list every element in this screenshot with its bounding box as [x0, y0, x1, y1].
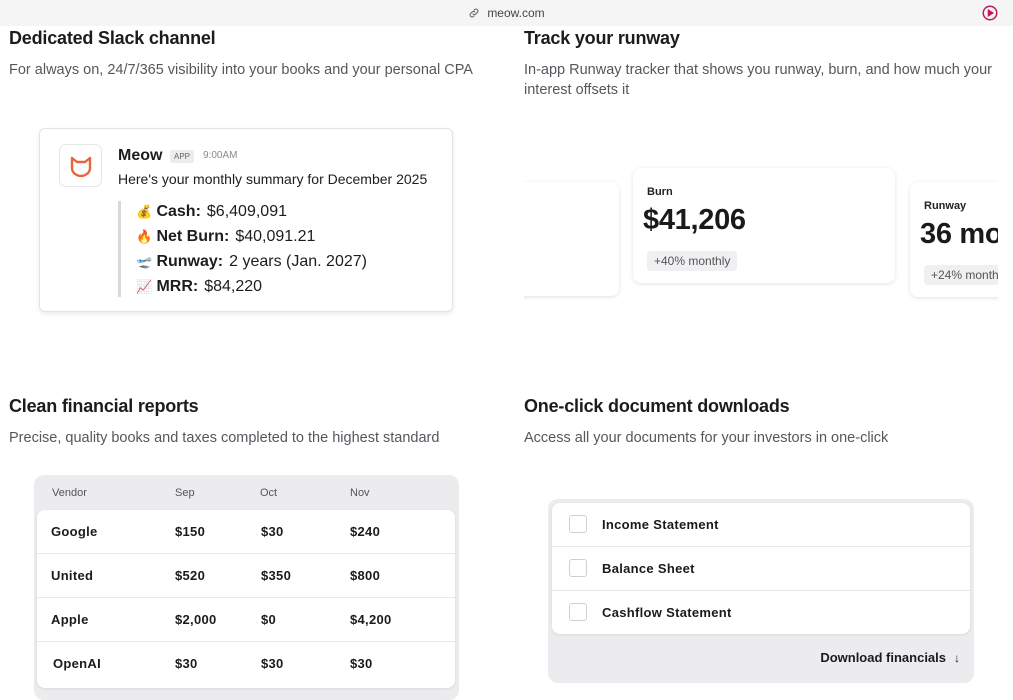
table-cell: $30 — [175, 656, 198, 671]
document-row-cashflow-statement[interactable]: Cashflow Statement — [552, 591, 970, 635]
table-cell: $4,200 — [350, 612, 392, 627]
table-cell: $0 — [261, 612, 277, 627]
burn-card-label: Burn — [647, 186, 673, 198]
download-button-label: Download financials — [820, 650, 946, 665]
table-cell: $30 — [261, 524, 284, 539]
table-cell: Google — [51, 524, 98, 539]
summary-value: $40,091.21 — [235, 228, 316, 245]
document-download-panel: Income Statement Balance Sheet Cashflow … — [548, 499, 974, 683]
summary-label: Net Burn: — [156, 228, 230, 245]
table-cell: OpenAI — [53, 656, 102, 671]
document-label: Income Statement — [602, 517, 719, 532]
arrow-down-icon: ↓ — [954, 650, 960, 665]
document-label: Cashflow Statement — [602, 605, 732, 620]
play-circle-icon[interactable] — [981, 4, 999, 22]
document-list: Income Statement Balance Sheet Cashflow … — [552, 503, 970, 634]
table-cell: $240 — [350, 524, 381, 539]
runway-card-previous — [524, 182, 619, 296]
table-body: Google $150 $30 $240 United $520 $350 $8… — [37, 510, 455, 688]
column-header: Oct — [260, 487, 278, 499]
browser-url-bar[interactable]: meow.com — [0, 0, 1013, 26]
column-header: Sep — [175, 487, 195, 499]
burn-card: Burn $41,206 +40% monthly — [633, 168, 895, 283]
table-cell: $30 — [261, 656, 284, 671]
airplane-icon: 🛫 — [136, 254, 153, 269]
reports-section-description: Precise, quality books and taxes complet… — [9, 430, 440, 446]
document-row-income-statement[interactable]: Income Statement — [552, 503, 970, 547]
table-cell: $800 — [350, 568, 381, 583]
table-cell: United — [51, 568, 94, 583]
money-bag-icon: 💰 — [136, 204, 153, 219]
burn-card-change: +40% monthly — [647, 251, 738, 271]
app-badge: APP — [170, 150, 195, 163]
document-checkbox[interactable] — [569, 603, 587, 621]
downloads-section-title: One-click document downloads — [524, 396, 790, 416]
table-row: Apple $2,000 $0 $4,200 — [37, 598, 455, 642]
table-row: United $520 $350 $800 — [37, 554, 455, 598]
runway-section-description: In-app Runway tracker that shows you run… — [524, 62, 992, 98]
burn-card-value: $41,206 — [643, 204, 746, 236]
table-cell: $30 — [350, 656, 373, 671]
column-header: Nov — [350, 487, 370, 499]
table-row: OpenAI $30 $30 $30 — [37, 642, 455, 686]
summary-value: $84,220 — [204, 278, 263, 295]
column-header: Vendor — [52, 487, 87, 499]
summary-value: $6,409,091 — [206, 203, 287, 220]
slack-section-description: For always on, 24/7/365 visibility into … — [9, 62, 473, 78]
financial-report-table: Vendor Sep Oct Nov Google $150 $30 $240 … — [34, 475, 459, 700]
download-financials-button[interactable]: Download financials ↓ — [820, 650, 960, 665]
document-checkbox[interactable] — [569, 559, 587, 577]
slack-message-card: Meow APP 9:00AM Here's your monthly summ… — [39, 128, 453, 312]
runway-section-title: Track your runway — [524, 28, 680, 48]
avatar — [59, 144, 102, 187]
document-label: Balance Sheet — [602, 561, 695, 576]
quote-bar — [118, 201, 121, 297]
table-cell: $2,000 — [175, 612, 217, 627]
runway-card-label: Runway — [924, 200, 967, 212]
summary-line-net-burn: 🔥 Net Burn: $40,091.21 — [136, 228, 315, 246]
reports-section-title: Clean financial reports — [9, 396, 199, 416]
summary-label: MRR: — [156, 278, 199, 295]
summary-line-cash: 💰 Cash: $6,409,091 — [136, 203, 287, 221]
downloads-section-description: Access all your documents for your inves… — [524, 430, 889, 446]
summary-label: Cash: — [156, 203, 201, 220]
runway-card-change: +24% month — [924, 265, 998, 285]
table-cell: $350 — [261, 568, 292, 583]
message-text: Here's your monthly summary for December… — [118, 171, 428, 187]
runway-cards-carousel: Burn $41,206 +40% monthly Runway 36 mo +… — [524, 160, 998, 310]
chart-increasing-icon: 📈 — [136, 279, 153, 294]
runway-card-value: 36 mo — [920, 218, 998, 250]
summary-label: Runway: — [156, 253, 224, 270]
table-row: Google $150 $30 $240 — [37, 510, 455, 554]
slack-section-title: Dedicated Slack channel — [9, 28, 216, 48]
url-text: meow.com — [487, 6, 545, 20]
table-cell: $150 — [175, 524, 206, 539]
link-icon — [469, 8, 479, 18]
message-sender: Meow — [118, 147, 163, 164]
message-time: 9:00AM — [203, 150, 238, 161]
table-cell: Apple — [51, 612, 89, 627]
table-cell: $520 — [175, 568, 206, 583]
runway-card: Runway 36 mo +24% month — [910, 182, 998, 297]
fire-icon: 🔥 — [136, 229, 153, 244]
document-checkbox[interactable] — [569, 515, 587, 533]
summary-line-mrr: 📈 MRR: $84,220 — [136, 278, 262, 296]
cat-logo-icon — [70, 156, 91, 177]
summary-value: 2 years (Jan. 2027) — [229, 253, 367, 270]
document-row-balance-sheet[interactable]: Balance Sheet — [552, 547, 970, 591]
summary-line-runway: 🛫 Runway: 2 years (Jan. 2027) — [136, 253, 367, 271]
